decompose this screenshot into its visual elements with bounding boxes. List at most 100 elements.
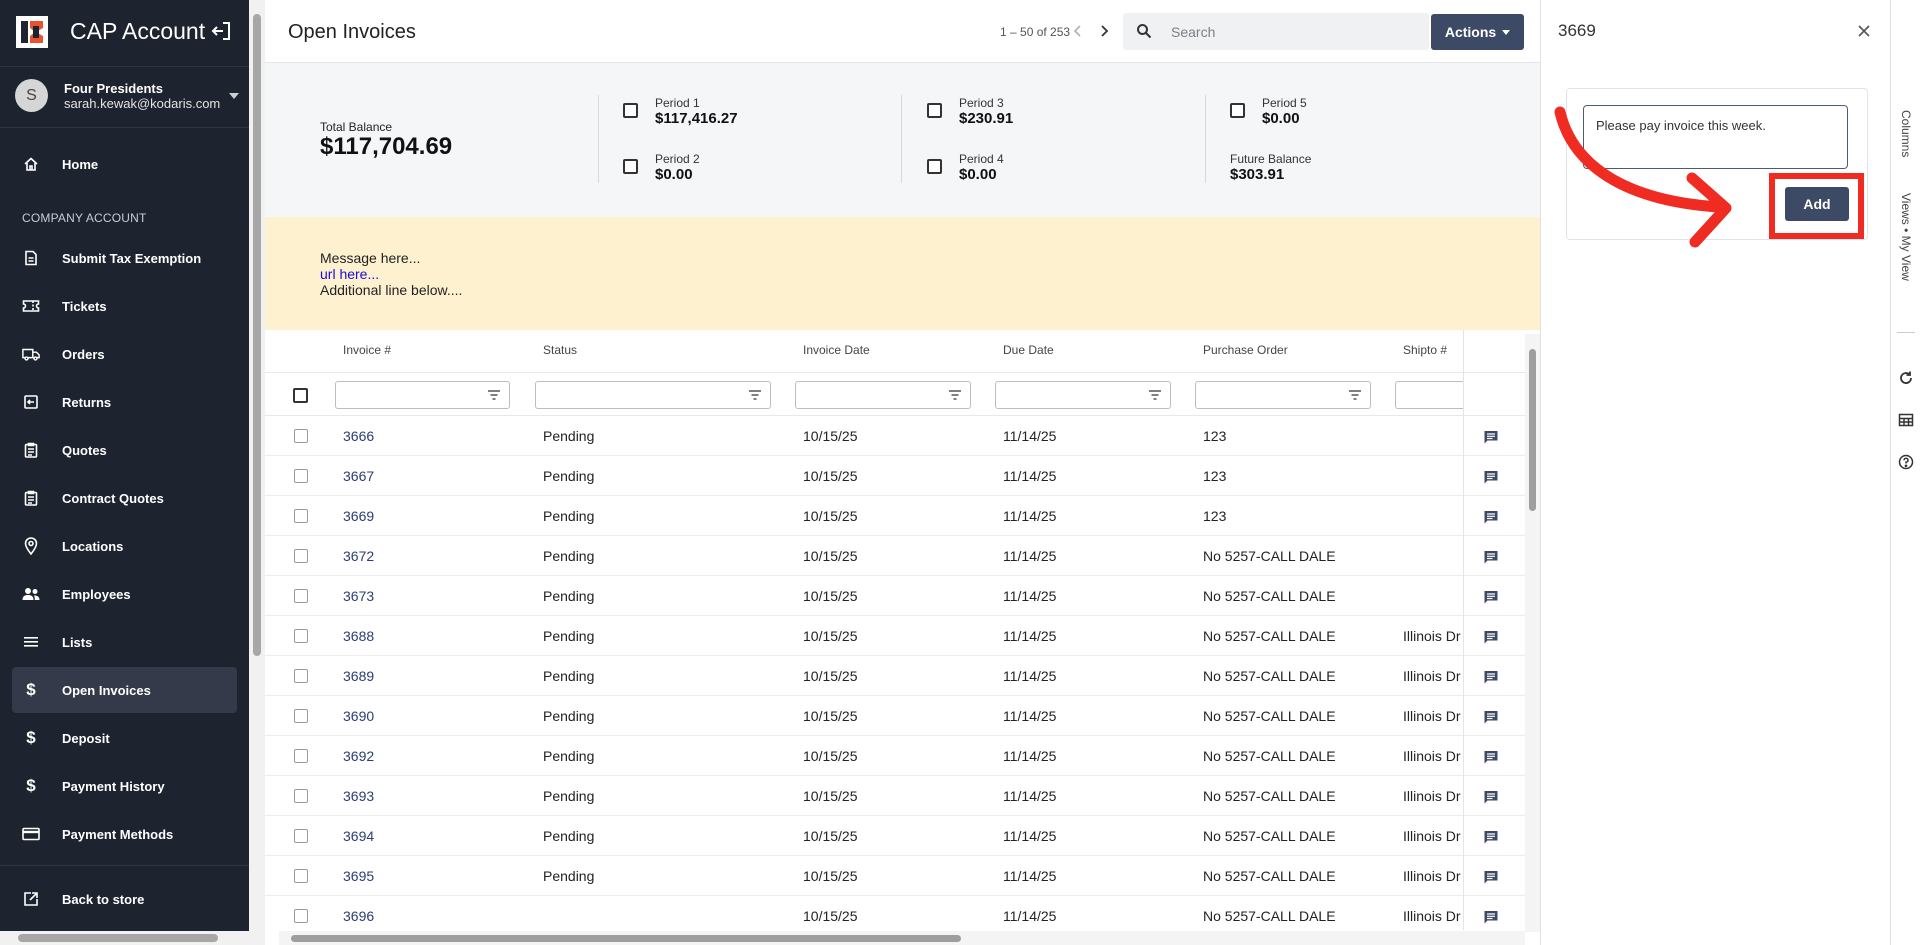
row-checkbox[interactable] — [294, 509, 308, 523]
comment-icon[interactable] — [1483, 429, 1499, 445]
cell-invoice[interactable]: 3688 — [343, 628, 374, 644]
note-input[interactable] — [1583, 105, 1848, 169]
row-checkbox[interactable] — [294, 749, 308, 763]
columns-tab[interactable]: Columns — [1899, 110, 1913, 157]
table-row[interactable]: 3672 Pending 10/15/25 11/14/25 No 5257-CALL … — [265, 536, 1525, 576]
row-checkbox[interactable] — [294, 589, 308, 603]
row-checkbox[interactable] — [294, 669, 308, 683]
filter-shipto[interactable] — [1395, 381, 1463, 409]
filter-icon[interactable] — [1348, 389, 1362, 401]
table-row[interactable]: 3696 10/15/25 11/14/25 No 5257-CALL DALE Ill… — [265, 896, 1525, 930]
comment-icon[interactable] — [1483, 469, 1499, 485]
table-row[interactable]: 3693 Pending 10/15/25 11/14/25 No 5257-CALL … — [265, 776, 1525, 816]
row-checkbox[interactable] — [294, 549, 308, 563]
sidebar-item-payment-methods[interactable]: Payment Methods — [12, 811, 237, 857]
actions-button[interactable]: Actions — [1431, 14, 1524, 50]
column-header-invoice[interactable]: Invoice # — [343, 343, 391, 357]
scrollbar-thumb[interactable] — [253, 14, 261, 656]
cell-invoice[interactable]: 3673 — [343, 588, 374, 604]
search-box[interactable] — [1123, 13, 1429, 50]
cell-invoice[interactable]: 3696 — [343, 908, 374, 924]
table-row[interactable]: 3666 Pending 10/15/25 11/14/25 123 — [265, 416, 1525, 456]
search-input[interactable] — [1171, 22, 1411, 42]
sidebar-item-home[interactable]: Home — [12, 141, 237, 187]
table-vertical-scrollbar[interactable] — [1525, 334, 1540, 932]
row-checkbox[interactable] — [294, 909, 308, 923]
filter-invoice[interactable] — [335, 381, 510, 409]
table-row[interactable]: 3669 Pending 10/15/25 11/14/25 123 — [265, 496, 1525, 536]
table-row[interactable]: 3667 Pending 10/15/25 11/14/25 123 — [265, 456, 1525, 496]
table-row[interactable]: 3673 Pending 10/15/25 11/14/25 No 5257-CALL … — [265, 576, 1525, 616]
column-header-invoice-date[interactable]: Invoice Date — [803, 343, 870, 357]
filter-icon[interactable] — [1148, 389, 1162, 401]
sidebar-horizontal-scrollbar[interactable] — [0, 931, 249, 945]
add-note-button[interactable]: Add — [1785, 187, 1849, 221]
row-checkbox[interactable] — [294, 789, 308, 803]
sidebar-item-employees[interactable]: Employees — [12, 571, 237, 617]
comment-icon[interactable] — [1483, 829, 1499, 845]
sidebar-item-returns[interactable]: Returns — [12, 379, 237, 425]
row-checkbox[interactable] — [294, 829, 308, 843]
scrollbar-thumb[interactable] — [291, 935, 961, 942]
cell-invoice[interactable]: 3672 — [343, 548, 374, 564]
column-header-due-date[interactable]: Due Date — [1003, 343, 1054, 357]
table-row[interactable]: 3694 Pending 10/15/25 11/14/25 No 5257-CALL … — [265, 816, 1525, 856]
scrollbar-thumb[interactable] — [1529, 349, 1536, 511]
row-checkbox[interactable] — [294, 429, 308, 443]
sidebar-item-submit-tax-exemption[interactable]: Submit Tax Exemption — [12, 235, 237, 281]
cell-invoice[interactable]: 3666 — [343, 428, 374, 444]
collapse-sidebar-icon[interactable] — [210, 20, 232, 42]
column-header-shipto[interactable]: Shipto # — [1403, 343, 1447, 357]
sidebar-item-contract-quotes[interactable]: Contract Quotes — [12, 475, 237, 521]
row-checkbox[interactable] — [294, 629, 308, 643]
user-switcher[interactable]: S Four Presidents sarah.kewak@kodaris.co… — [0, 66, 249, 128]
comment-icon[interactable] — [1483, 789, 1499, 805]
comment-icon[interactable] — [1483, 509, 1499, 525]
sidebar-item-locations[interactable]: Locations — [12, 523, 237, 569]
sidebar-item-deposit[interactable]: $ Deposit — [12, 715, 237, 761]
column-header-status[interactable]: Status — [543, 343, 577, 357]
cell-invoice[interactable]: 3689 — [343, 668, 374, 684]
message-link[interactable]: url here... — [320, 266, 379, 282]
comment-icon[interactable] — [1483, 709, 1499, 725]
comment-icon[interactable] — [1483, 869, 1499, 885]
cell-invoice[interactable]: 3669 — [343, 508, 374, 524]
cell-invoice[interactable]: 3694 — [343, 828, 374, 844]
table-grid-icon[interactable] — [1898, 412, 1914, 428]
chevron-left-icon[interactable] — [1071, 24, 1085, 38]
views-tab[interactable]: Views • My View — [1899, 193, 1913, 281]
sidebar-item-lists[interactable]: Lists — [12, 619, 237, 665]
filter-due-date[interactable] — [995, 381, 1171, 409]
chevron-right-icon[interactable] — [1097, 24, 1111, 38]
filter-icon[interactable] — [748, 389, 762, 401]
comment-icon[interactable] — [1483, 909, 1499, 925]
filter-invoice-date[interactable] — [795, 381, 971, 409]
table-row[interactable]: 3688 Pending 10/15/25 11/14/25 No 5257-CALL … — [265, 616, 1525, 656]
sidebar-vertical-scrollbar[interactable] — [249, 0, 265, 945]
close-icon[interactable] — [1857, 24, 1871, 38]
comment-icon[interactable] — [1483, 549, 1499, 565]
cell-invoice[interactable]: 3690 — [343, 708, 374, 724]
table-row[interactable]: 3695 Pending 10/15/25 11/14/25 No 5257-CALL … — [265, 856, 1525, 896]
sidebar-item-open-invoices[interactable]: $ Open Invoices — [12, 667, 237, 713]
row-checkbox[interactable] — [294, 469, 308, 483]
cell-invoice[interactable]: 3667 — [343, 468, 374, 484]
table-row[interactable]: 3690 Pending 10/15/25 11/14/25 No 5257-CALL … — [265, 696, 1525, 736]
comment-icon[interactable] — [1483, 589, 1499, 605]
help-icon[interactable] — [1898, 454, 1914, 470]
sidebar-item-tickets[interactable]: Tickets — [12, 283, 237, 329]
row-checkbox[interactable] — [294, 709, 308, 723]
cell-invoice[interactable]: 3693 — [343, 788, 374, 804]
comment-icon[interactable] — [1483, 629, 1499, 645]
cell-invoice[interactable]: 3695 — [343, 868, 374, 884]
sidebar-item-back-to-store[interactable]: Back to store — [12, 876, 237, 922]
filter-status[interactable] — [535, 381, 771, 409]
sidebar-item-orders[interactable]: Orders — [12, 331, 237, 377]
filter-icon[interactable] — [487, 389, 501, 401]
comment-icon[interactable] — [1483, 749, 1499, 765]
sidebar-item-payment-history[interactable]: $ Payment History — [12, 763, 237, 809]
select-all-checkbox[interactable] — [293, 388, 308, 403]
scrollbar-thumb[interactable] — [18, 934, 218, 942]
cell-invoice[interactable]: 3692 — [343, 748, 374, 764]
table-row[interactable]: 3692 Pending 10/15/25 11/14/25 No 5257-CALL … — [265, 736, 1525, 776]
